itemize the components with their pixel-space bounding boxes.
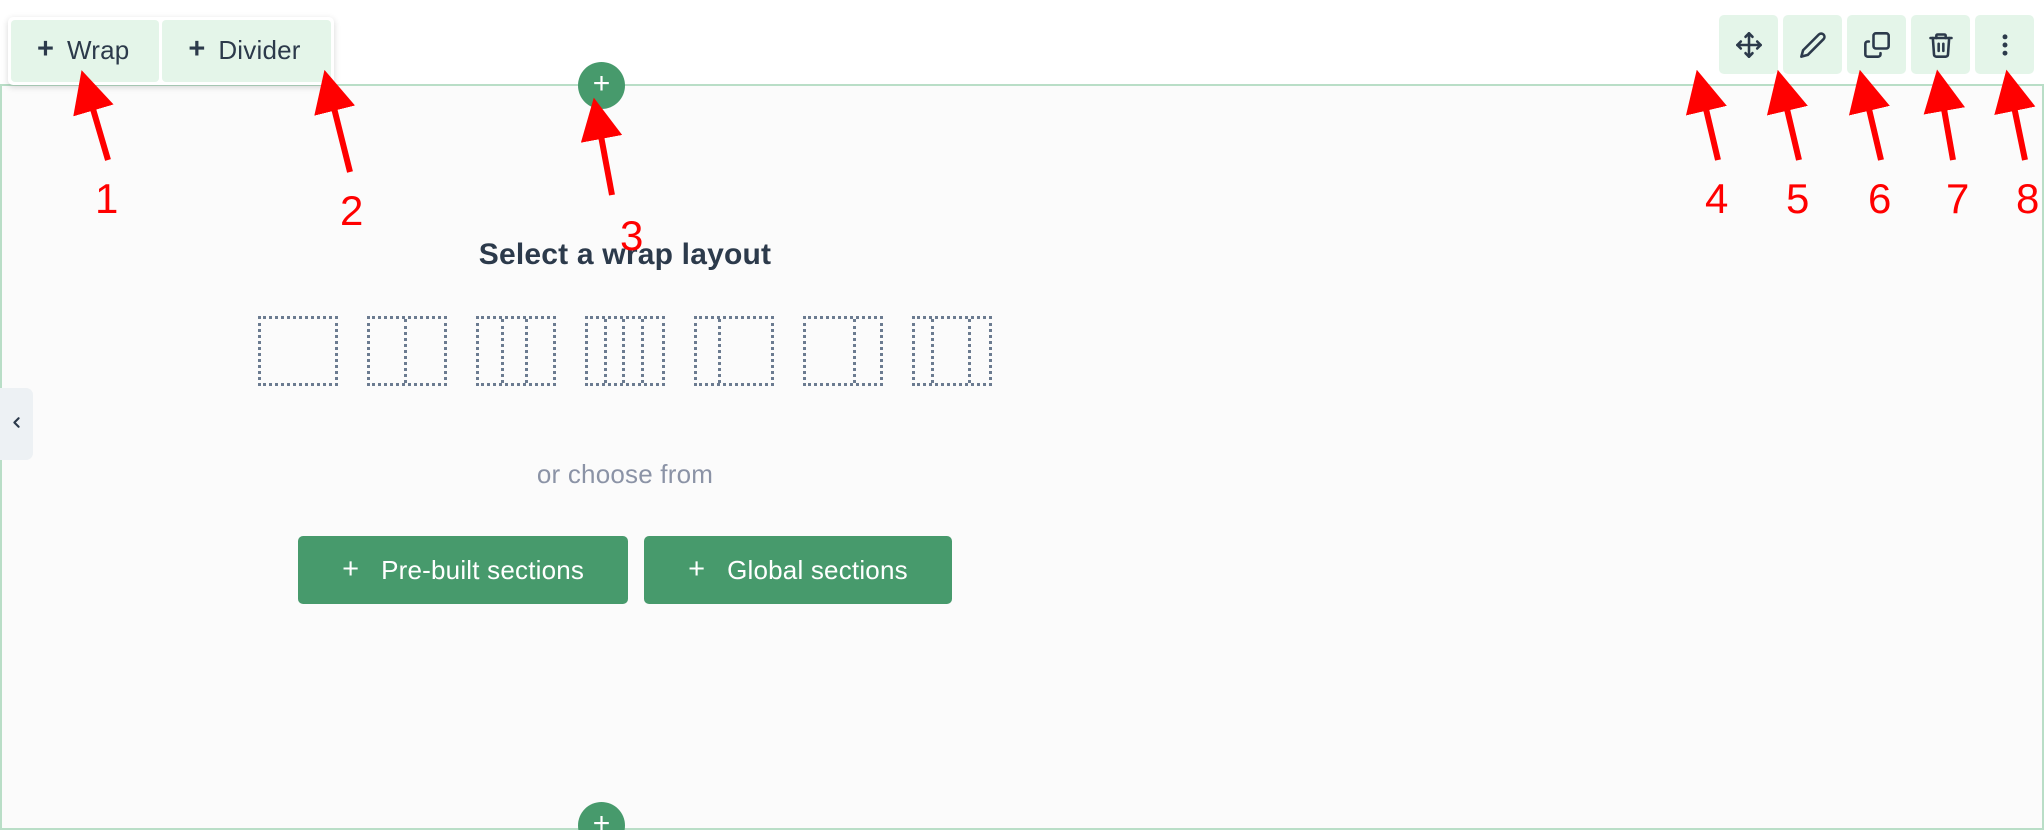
annotation-number-2: 2 [340, 187, 364, 234]
annotation-number-8: 8 [2016, 175, 2040, 222]
annotation-number-1: 1 [95, 175, 119, 222]
annotation-number-6: 6 [1868, 175, 1892, 222]
annotation-arrows [73, 69, 2036, 196]
annotation-number-3: 3 [620, 212, 644, 259]
annotation-number-7: 7 [1946, 175, 1970, 222]
annotation-number-5: 5 [1786, 175, 1810, 222]
editor-canvas: + Wrap + Divider + + Select a wrap layou… [0, 0, 2044, 830]
annotation-number-4: 4 [1705, 175, 1729, 222]
